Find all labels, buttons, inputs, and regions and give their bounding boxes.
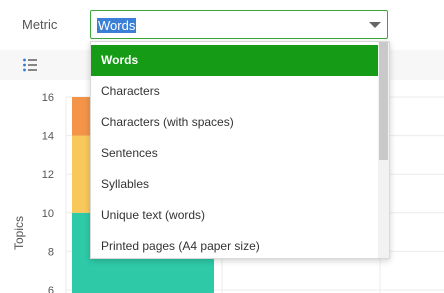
list-icon[interactable] — [22, 57, 38, 73]
y-tick-label: 10 — [42, 208, 54, 220]
y-tick-label: 12 — [42, 169, 54, 181]
y-tick-label: 8 — [48, 246, 54, 258]
metric-label: Metric — [22, 17, 58, 32]
dropdown-scrollbar[interactable] — [378, 42, 389, 258]
y-tick-label: 14 — [42, 131, 54, 143]
chevron-down-icon[interactable] — [369, 22, 381, 28]
metric-select-value: Words — [97, 18, 137, 33]
dropdown-scrollbar-thumb[interactable] — [379, 42, 388, 160]
dropdown-option[interactable]: Characters — [91, 76, 378, 107]
metric-dropdown: Words Characters Characters (with spaces… — [90, 41, 390, 259]
dropdown-option[interactable]: Sentences — [91, 138, 378, 169]
dropdown-option[interactable]: Printed pages (A4 paper size) — [91, 231, 378, 258]
y-tick-label: 16 — [42, 92, 54, 104]
dropdown-option[interactable]: Unique text (words) — [91, 200, 378, 231]
page: Metric Words 16 14 12 10 8 6 Topics Words Cha… — [0, 0, 444, 293]
dropdown-option[interactable]: Syllables — [91, 169, 378, 200]
y-tick-label: 6 — [48, 285, 54, 293]
dropdown-option[interactable]: Characters (with spaces) — [91, 107, 378, 138]
y-axis-label: Topics — [12, 215, 26, 250]
metric-select[interactable]: Words — [90, 10, 388, 39]
dropdown-option[interactable]: Words — [91, 45, 378, 76]
